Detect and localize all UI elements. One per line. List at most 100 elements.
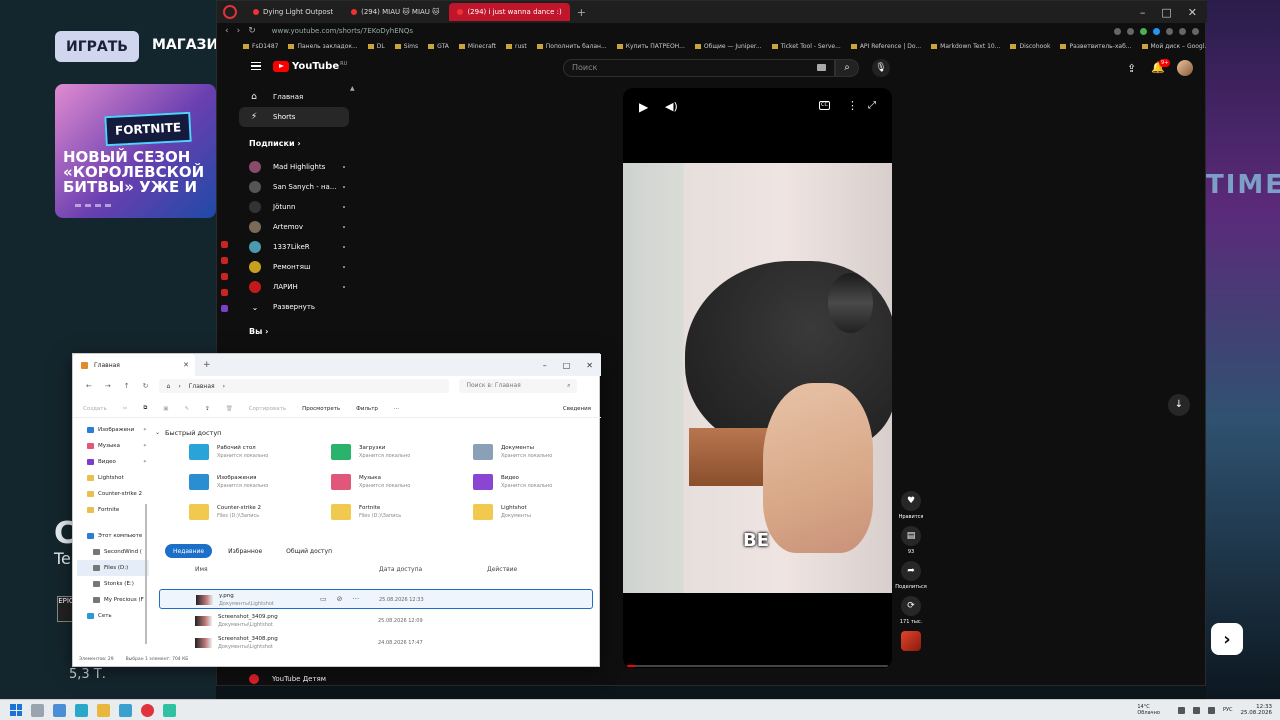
- browser-tab[interactable]: (294) MIAU 🐱 MIAU 🐱: [343, 3, 447, 21]
- you-section-title[interactable]: Вы ›: [239, 327, 349, 336]
- like-action[interactable]: ♥ Нравится: [899, 491, 923, 520]
- bookmark-item[interactable]: Пополнить балан...: [537, 43, 607, 50]
- subscription-item[interactable]: ЛАРИН: [239, 277, 349, 297]
- app-icon[interactable]: [119, 703, 132, 717]
- volume-icon[interactable]: [1207, 706, 1215, 714]
- quick-access-item[interactable]: Рабочий стол Хранится локально: [189, 444, 319, 460]
- url-field[interactable]: www.youtube.com/shorts/7EKoDyhENQs: [272, 27, 413, 35]
- avatar[interactable]: [1177, 60, 1193, 76]
- share-icon[interactable]: ⇪: [205, 406, 210, 412]
- browser-tab[interactable]: (294) i just wanna dance :): [449, 3, 570, 21]
- microphone-icon[interactable]: 🎙: [872, 59, 890, 77]
- sound-action[interactable]: [901, 631, 921, 651]
- bookmark-item[interactable]: Ticket Tool - Serve...: [772, 43, 841, 50]
- shorts-player[interactable]: BE ▶ ◀) CC ⋮ ⤢: [623, 88, 892, 668]
- create-button[interactable]: Создать: [83, 406, 107, 412]
- video-progress-bar[interactable]: [627, 665, 888, 667]
- minimize-icon[interactable]: –: [543, 361, 547, 370]
- bookmark-item[interactable]: Общие — Juniper...: [695, 43, 762, 50]
- bookmark-item[interactable]: rust: [506, 43, 527, 50]
- subscription-item[interactable]: San Sanych - на...: [239, 177, 349, 197]
- view-button[interactable]: Просмотреть: [302, 406, 340, 412]
- app-icon[interactable]: [75, 703, 88, 717]
- recent-tab[interactable]: Общий доступ: [278, 544, 340, 558]
- minimize-icon[interactable]: –: [1140, 6, 1146, 19]
- tree-item[interactable]: Files (D:): [77, 560, 149, 576]
- extension-icon[interactable]: [1179, 27, 1186, 35]
- rename-icon[interactable]: ✎: [185, 406, 190, 412]
- share-icon[interactable]: ⊘: [337, 595, 343, 603]
- tree-item[interactable]: Stonks (E:): [77, 576, 149, 592]
- hamburger-menu-icon[interactable]: [251, 62, 261, 70]
- quick-access-item[interactable]: Видео Хранится локально: [473, 474, 603, 490]
- nav-pane-scrollbar[interactable]: [145, 504, 147, 644]
- delete-icon[interactable]: 🗑: [226, 406, 233, 412]
- comment-icon[interactable]: ▤: [901, 526, 921, 546]
- cut-icon[interactable]: ✂: [123, 406, 128, 412]
- bookmark-item[interactable]: FsD1487: [243, 43, 278, 50]
- sidebar-item-shorts[interactable]: ⚡ Shorts: [239, 107, 349, 127]
- bookmark-item[interactable]: DL: [368, 43, 385, 50]
- share-action[interactable]: ➦ Поделиться: [895, 561, 927, 590]
- opera-icon[interactable]: [141, 703, 154, 717]
- nav-pane-item[interactable]: Музыка ✦: [77, 438, 149, 454]
- nav-pane-item[interactable]: Counter-strike 2: [77, 486, 149, 502]
- column-date[interactable]: Дата доступа: [379, 566, 422, 573]
- sidebar-item-youtube-kids[interactable]: YouTube Детям: [249, 674, 326, 684]
- sidebar-app-icon[interactable]: [221, 241, 228, 248]
- quick-access-title[interactable]: Быстрый доступ: [165, 429, 221, 437]
- bookmark-item[interactable]: Sims: [395, 43, 418, 50]
- promo-card[interactable]: FORTNITE НОВЫЙ СЕЗОН «КОРОЛЕВСКОЙ БИТВЫ»…: [55, 84, 216, 218]
- bookmark-item[interactable]: Разветвитель-хаб...: [1060, 43, 1131, 50]
- folder-icon[interactable]: ▭: [320, 595, 327, 603]
- reload-icon[interactable]: ↻: [248, 26, 256, 36]
- column-action[interactable]: Действие: [487, 566, 517, 573]
- quick-access-item[interactable]: Lightshot Документы: [473, 504, 603, 520]
- search-input[interactable]: Поиск в: Главная: [458, 379, 577, 393]
- bookmark-item[interactable]: GTA: [428, 43, 449, 50]
- bookmark-item[interactable]: Markdown Text 10...: [931, 43, 1000, 50]
- keyboard-icon[interactable]: [817, 64, 826, 71]
- close-icon[interactable]: ✕: [1188, 6, 1197, 19]
- subscription-item[interactable]: Jötunn: [239, 197, 349, 217]
- subscription-item[interactable]: Mad Highlights: [239, 157, 349, 177]
- tree-item[interactable]: Сеть: [77, 608, 149, 624]
- bookmark-item[interactable]: API Reference | Do...: [851, 43, 921, 50]
- subscription-item[interactable]: Ремонтяш: [239, 257, 349, 277]
- start-icon[interactable]: [10, 704, 22, 716]
- folder-icon[interactable]: [97, 703, 110, 717]
- extension-icon[interactable]: [1140, 27, 1147, 35]
- maximize-icon[interactable]: □: [563, 361, 571, 370]
- forward-icon[interactable]: ›: [237, 26, 241, 36]
- tree-item[interactable]: SecondWind (: [77, 544, 149, 560]
- subscription-item[interactable]: Artemov: [239, 217, 349, 237]
- column-name[interactable]: Имя: [195, 566, 208, 573]
- sound-thumbnail[interactable]: [901, 631, 921, 651]
- extension-icon[interactable]: [1127, 27, 1134, 35]
- opera-icon[interactable]: [223, 5, 237, 19]
- file-row[interactable]: Screenshot_3408.png Документы\Lightshot 24…: [159, 633, 593, 653]
- captions-icon[interactable]: CC: [819, 101, 830, 110]
- more-icon[interactable]: ···: [394, 406, 399, 412]
- sidebar-app-icon[interactable]: [221, 257, 228, 264]
- nav-pane-item[interactable]: Изображени ✦: [77, 422, 149, 438]
- bookmark-item[interactable]: Discohook: [1010, 43, 1050, 50]
- remix-icon[interactable]: ⟳: [901, 596, 921, 616]
- recent-tab[interactable]: Недавние: [165, 544, 213, 558]
- shorts-video[interactable]: BE: [623, 163, 892, 593]
- explorer-tab[interactable]: Главная ✕: [73, 354, 195, 376]
- upload-icon[interactable]: ⇪: [1127, 62, 1136, 75]
- share-icon[interactable]: ➦: [901, 561, 921, 581]
- network-icon[interactable]: [1192, 706, 1200, 714]
- app-icon[interactable]: [163, 703, 176, 717]
- quick-access-item[interactable]: Fortnite Files (D:)\Запись: [331, 504, 461, 520]
- extension-icon[interactable]: [1114, 27, 1121, 35]
- browser-tab[interactable]: Dying Light Outpost: [245, 3, 341, 21]
- clock[interactable]: 12:33 25.08.2026: [1241, 704, 1273, 716]
- play-icon[interactable]: ▶: [639, 100, 648, 114]
- next-short-button[interactable]: ↓: [1168, 394, 1190, 416]
- search-input[interactable]: Поиск: [563, 59, 835, 77]
- new-tab-button[interactable]: +: [572, 6, 591, 19]
- remix-action[interactable]: ⟳ 171 тыс.: [900, 596, 922, 625]
- copy-icon[interactable]: ⧉: [143, 405, 147, 412]
